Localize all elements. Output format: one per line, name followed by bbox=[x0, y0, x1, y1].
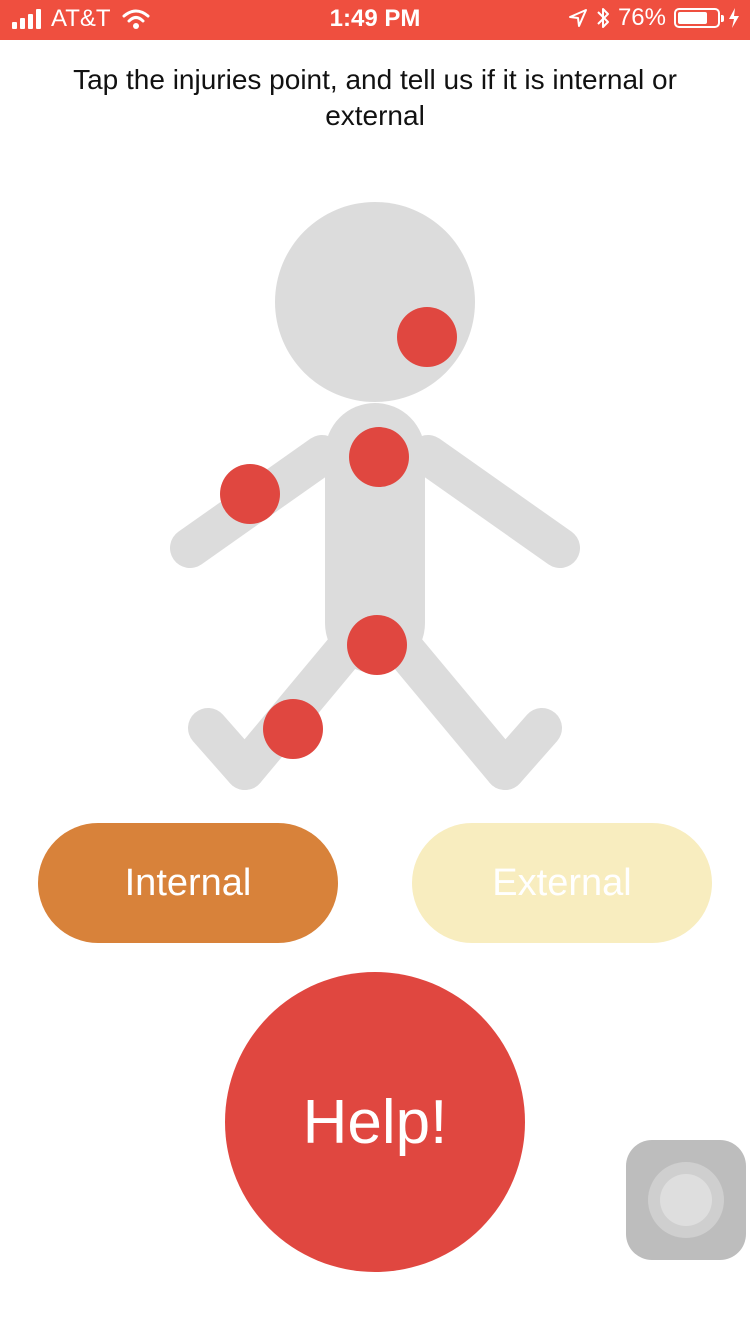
assistive-touch-core-icon bbox=[660, 1174, 712, 1226]
help-button[interactable]: Help! bbox=[225, 972, 525, 1272]
injury-point-head[interactable] bbox=[397, 307, 457, 367]
body-figure bbox=[170, 202, 580, 790]
external-button[interactable]: External bbox=[412, 823, 712, 943]
head[interactable] bbox=[275, 202, 475, 402]
assistive-touch-button[interactable] bbox=[626, 1140, 746, 1260]
injury-point-chest[interactable] bbox=[349, 427, 409, 487]
internal-button[interactable]: Internal bbox=[38, 823, 338, 943]
injury-point-left-arm[interactable] bbox=[220, 464, 280, 524]
injury-point-hip[interactable] bbox=[347, 615, 407, 675]
injury-point-left-knee[interactable] bbox=[263, 699, 323, 759]
